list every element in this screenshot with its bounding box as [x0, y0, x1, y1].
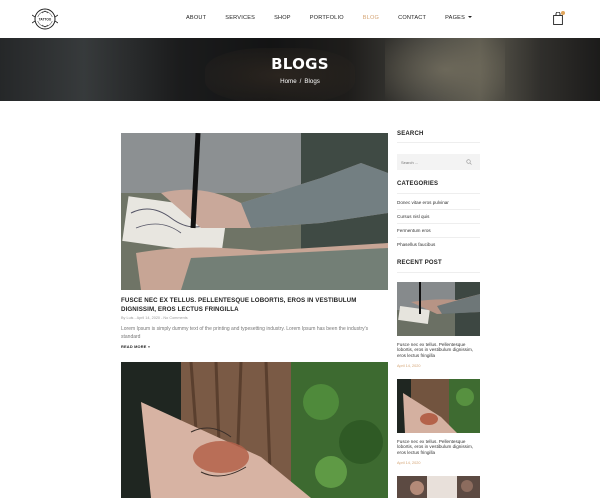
- search-box: [397, 154, 480, 170]
- divider: [397, 142, 480, 143]
- recent-post-photo: [397, 282, 480, 336]
- recent-post-thumbnail[interactable]: [397, 476, 480, 498]
- nav-services[interactable]: SERVICES: [225, 15, 255, 21]
- post-meta: By Luis - April 14, 2020 - No Comments: [121, 316, 188, 320]
- recent-post-thumbnail[interactable]: [397, 282, 480, 336]
- nav-pages[interactable]: PAGES: [445, 15, 473, 21]
- chevron-down-icon: [468, 16, 473, 18]
- recent-post-title[interactable]: Fusce nec ex tellus. Pellentesque lobort…: [397, 342, 482, 358]
- divider: [397, 193, 480, 194]
- category-link[interactable]: Cursus nisl quis: [397, 214, 429, 219]
- search-heading: SEARCH: [397, 131, 424, 137]
- cart-count-badge: [561, 11, 565, 15]
- recent-post-thumbnail[interactable]: [397, 379, 480, 433]
- category-link[interactable]: Donec vitae eros pulvinar: [397, 200, 449, 205]
- breadcrumb: Home / Blogs: [0, 78, 600, 85]
- category-link[interactable]: Phasellus faucibus: [397, 242, 435, 247]
- recent-post-photo: [397, 476, 480, 498]
- category-link[interactable]: Fermentum eros: [397, 228, 431, 233]
- breadcrumb-home[interactable]: Home: [280, 78, 297, 85]
- recent-post-heading: RECENT POST: [397, 260, 442, 266]
- logo-text: TATTOO: [39, 17, 52, 21]
- recent-post-title[interactable]: Fusce nec ex tellus. Pellentesque lobort…: [397, 439, 482, 455]
- page-title: BLOGS: [271, 55, 329, 73]
- post-image[interactable]: [121, 133, 388, 290]
- post-excerpt: Lorem Ipsum is simply dummy text of the …: [121, 326, 369, 340]
- site-header: TATTOO ABOUT SERVICES SHOP PORTFOLIO BLO…: [0, 0, 600, 38]
- main-nav: ABOUT SERVICES SHOP PORTFOLIO BLOG CONTA…: [186, 15, 491, 21]
- breadcrumb-current: Blogs: [304, 78, 320, 85]
- divider: [397, 209, 480, 210]
- divider: [397, 272, 480, 273]
- search-input[interactable]: [397, 154, 467, 170]
- recent-post-date: April 14, 2020: [397, 461, 421, 465]
- tattoo-drawing-photo: [121, 133, 388, 290]
- recent-post-date: April 14, 2020: [397, 364, 421, 368]
- breadcrumb-separator: /: [299, 78, 302, 85]
- nav-blog[interactable]: BLOG: [363, 15, 379, 21]
- post-title[interactable]: FUSCE NEC EX TELLUS. PELLENTESQUE LOBORT…: [121, 296, 391, 314]
- nav-contact[interactable]: CONTACT: [398, 15, 426, 21]
- divider: [397, 237, 480, 238]
- post-image-2[interactable]: [121, 362, 388, 498]
- search-icon[interactable]: [466, 159, 472, 165]
- divider: [397, 223, 480, 224]
- nav-about[interactable]: ABOUT: [186, 15, 206, 21]
- categories-heading: CATEGORIES: [397, 181, 439, 187]
- nav-portfolio[interactable]: PORTFOLIO: [310, 15, 344, 21]
- page-banner: BLOGS Home / Blogs: [0, 38, 600, 101]
- recent-post-photo: [397, 379, 480, 433]
- forearm-tattoo-photo: [121, 362, 388, 498]
- nav-pages-label: PAGES: [445, 15, 466, 21]
- nav-shop[interactable]: SHOP: [274, 15, 291, 21]
- tattoo-emblem-icon[interactable]: TATTOO: [32, 7, 58, 31]
- read-more-link[interactable]: READ MORE »: [121, 344, 150, 349]
